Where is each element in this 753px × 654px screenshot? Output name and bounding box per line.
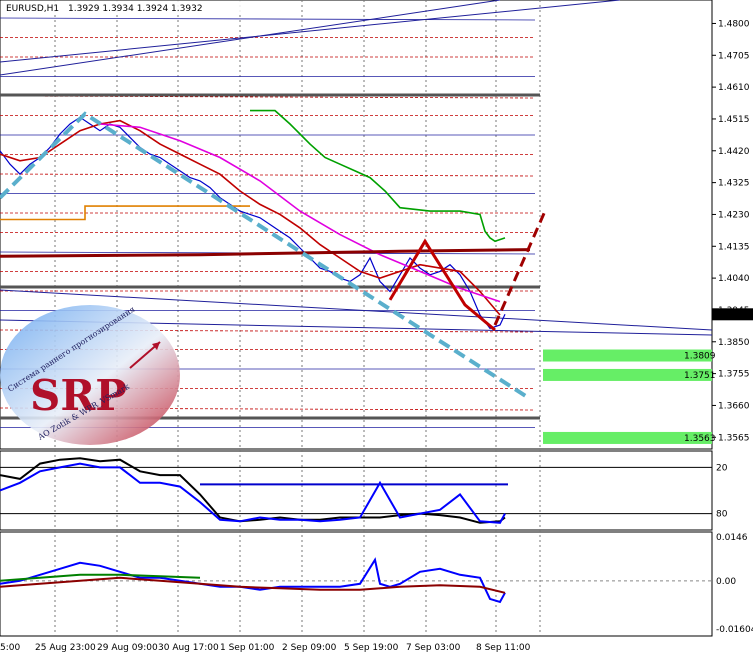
ind2-level-label: 0.0146 <box>716 533 748 543</box>
ind1-level-label: 80 <box>716 510 728 520</box>
forecast-level-label: 1.3809 <box>684 352 716 362</box>
price-tick-label: 1.4325 <box>718 179 750 189</box>
price-tick-label: 1.4610 <box>718 83 750 93</box>
time-label: 7 Sep 03:00 <box>406 643 461 653</box>
price-tick-label: 1.3850 <box>718 338 750 348</box>
time-label: 5:00 <box>0 643 20 653</box>
chart-window: 20 80 0.0146 0.00 -0.01604 1.4800 1.4705 1.46… <box>0 0 753 654</box>
price-axis: 1.4800 1.4705 1.4610 1.4515 1.4420 1.4325 1.42… <box>712 19 753 443</box>
ind1-level-label: 20 <box>716 463 728 473</box>
time-axis: 5:00 25 Aug 23:00 29 Aug 09:00 30 Aug 17:00… <box>0 643 531 653</box>
forecast-level-label: 1.3563 <box>684 434 716 444</box>
price-tick-label: 1.4135 <box>718 242 750 252</box>
symbol-info: EURUSD,H1 <box>6 4 59 14</box>
price-tick-label: 1.4515 <box>718 115 750 125</box>
time-label: 2 Sep 09:00 <box>282 643 337 653</box>
time-label: 5 Sep 19:00 <box>344 643 399 653</box>
price-tick-label: 1.4420 <box>718 147 750 157</box>
price-tick-label: 1.3565 <box>718 433 750 443</box>
forecast-level-label: 1.3751 <box>684 371 716 381</box>
price-tick-label: 1.4040 <box>718 274 750 284</box>
price-tick-label: 1.3755 <box>718 370 750 380</box>
ind2-level-label: 0.00 <box>716 577 736 587</box>
chart-canvas[interactable]: 20 80 0.0146 0.00 -0.01604 1.4800 1.4705 1.46… <box>0 0 753 654</box>
ind2-level-label: -0.01604 <box>716 625 753 635</box>
price-tick-label: 1.4230 <box>718 210 750 220</box>
time-label: 8 Sep 11:00 <box>476 643 531 653</box>
price-tick-label: 1.4800 <box>718 19 750 29</box>
ohlc-values: 1.3929 1.3934 1.3924 1.3932 <box>68 4 203 14</box>
price-tick-label: 1.3660 <box>718 401 750 411</box>
time-label: 29 Aug 09:00 <box>97 643 158 653</box>
price-tick-label: 1.4705 <box>718 51 750 61</box>
current-price-label: 1.3932 <box>716 310 748 320</box>
time-label: 25 Aug 23:00 <box>35 643 96 653</box>
time-label: 30 Aug 17:00 <box>158 643 219 653</box>
srp-logo: SRP Система раннего прогнозирования AO Z… <box>0 305 180 445</box>
time-label: 1 Sep 01:00 <box>220 643 275 653</box>
